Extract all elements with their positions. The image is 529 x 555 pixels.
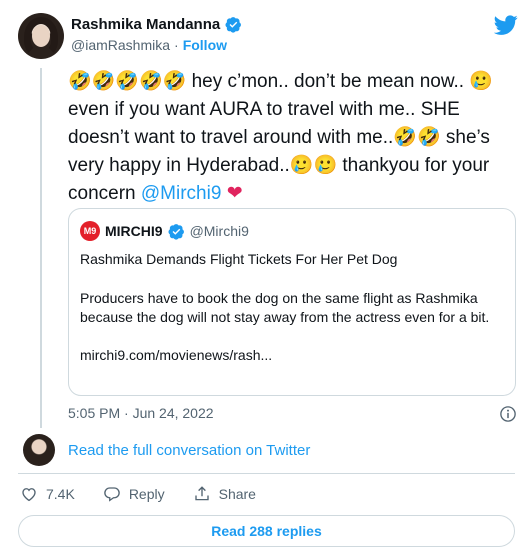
- quoted-tweet-link[interactable]: mirchi9.com/movienews/rash...: [80, 347, 504, 363]
- verified-badge-icon: [168, 223, 184, 240]
- quoted-tweet[interactable]: M9 MIRCHI9 @Mirchi9 Rashmika Demands Fli…: [68, 208, 516, 396]
- tweet-header: Rashmika Mandanna @iamRashmika · Follow: [18, 13, 518, 61]
- info-icon[interactable]: [499, 405, 517, 423]
- quoted-tweet-header: M9 MIRCHI9 @Mirchi9: [80, 221, 504, 241]
- mirchi9-logo-icon: M9: [80, 221, 100, 241]
- author-name-row: Rashmika Mandanna: [71, 16, 242, 33]
- read-conversation-link[interactable]: Read the full conversation on Twitter: [68, 442, 310, 459]
- tweet-emoji: 🥲: [469, 71, 494, 92]
- conversation-row[interactable]: Read the full conversation on Twitter: [23, 433, 310, 467]
- tweet-emoji: 🥲🥲: [289, 155, 338, 176]
- quoted-tweet-body: Producers have to book the dog on the sa…: [80, 290, 490, 325]
- twitter-bird-icon[interactable]: [494, 13, 518, 37]
- thread-line: [40, 68, 42, 428]
- tweet-emoji: 🤣🤣: [393, 127, 441, 148]
- reply-button[interactable]: Reply: [103, 485, 165, 503]
- like-button[interactable]: 7.4K: [20, 485, 75, 503]
- tweet-timestamp[interactable]: 5:05 PM · Jun 24, 2022: [68, 405, 214, 421]
- action-bar: 7.4K Reply Share: [20, 485, 284, 503]
- author-avatar[interactable]: [18, 13, 64, 59]
- reply-label: Reply: [128, 486, 165, 502]
- follow-link[interactable]: Follow: [183, 37, 227, 53]
- author-name[interactable]: Rashmika Mandanna: [71, 16, 220, 33]
- reply-avatar: [23, 434, 55, 466]
- mention-link[interactable]: @Mirchi9: [141, 183, 222, 204]
- separator-dot: ·: [174, 37, 179, 53]
- like-count: 7.4K: [46, 486, 75, 502]
- tweet-text-segment: hey c’mon.. don’t be mean now..: [186, 71, 470, 92]
- tweet-text: 🤣🤣🤣🤣🤣 hey c’mon.. don’t be mean now.. 🥲 …: [68, 68, 518, 208]
- tweet-emoji: 🤣🤣🤣🤣🤣: [68, 71, 187, 92]
- share-label: Share: [218, 486, 256, 502]
- quoted-author-name: MIRCHI9: [105, 223, 163, 239]
- share-button[interactable]: Share: [193, 485, 256, 503]
- heart-emoji: ❤: [226, 183, 243, 204]
- author-handle[interactable]: @iamRashmika: [71, 37, 170, 53]
- quoted-tweet-title: Rashmika Demands Flight Tickets For Her …: [80, 251, 398, 267]
- author-handle-row: @iamRashmika · Follow: [71, 37, 227, 53]
- verified-badge-icon: [225, 17, 242, 33]
- share-icon: [194, 486, 209, 501]
- divider: [18, 473, 515, 474]
- reply-bubble-icon: [104, 487, 120, 502]
- quoted-author-handle: @Mirchi9: [189, 223, 249, 239]
- read-replies-button[interactable]: Read 288 replies: [18, 515, 515, 547]
- heart-outline-icon: [22, 488, 36, 502]
